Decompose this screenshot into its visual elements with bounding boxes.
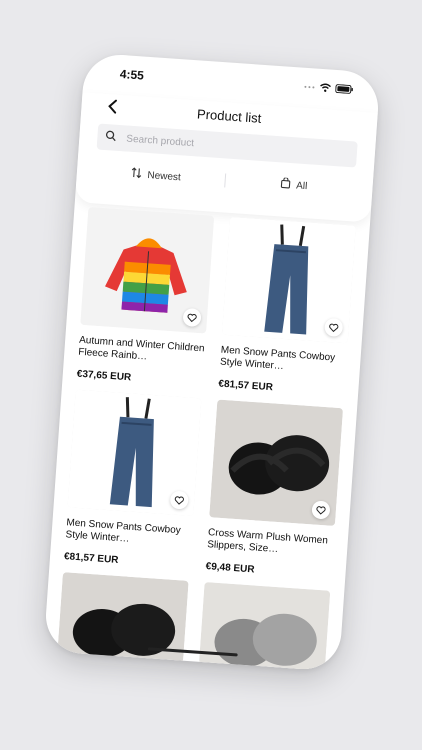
product-name: Autumn and Winter Children Fleece Rainb… [77, 334, 205, 363]
product-image-rainbow-jacket [80, 207, 215, 334]
product-price: €81,57 EUR [63, 551, 119, 566]
product-row [57, 572, 331, 672]
phone-frame: 4:55 Product list Search product Newest … [43, 52, 381, 672]
product-row: Autumn and Winter Children Fleece Rainb…… [76, 207, 356, 398]
product-card[interactable]: Autumn and Winter Children Fleece Rainb…… [76, 207, 215, 388]
wifi-icon [319, 83, 332, 93]
search-bar[interactable] [96, 123, 358, 168]
product-price: €37,65 EUR [76, 368, 132, 384]
sort-arrows-icon [130, 167, 142, 182]
status-time: 4:55 [119, 66, 145, 83]
product-card[interactable]: Men Snow Pants Cowboy Style Winter… €81,… [218, 216, 356, 398]
product-image-grey-slippers [198, 582, 331, 672]
sort-label: Newest [147, 169, 182, 183]
battery-icon [335, 84, 354, 94]
category-filter-button[interactable]: All [225, 173, 363, 197]
filter-bar: Newest All [86, 159, 363, 202]
header: Product list Newest All [74, 92, 378, 223]
bag-icon [280, 177, 291, 192]
status-icons [303, 82, 354, 94]
product-image-denim-overalls [221, 216, 356, 344]
product-name: Men Snow Pants Cowboy Style Winter… [65, 517, 182, 545]
product-image-black-slippers [209, 399, 344, 526]
sort-button[interactable]: Newest [87, 164, 225, 188]
product-grid: Autumn and Winter Children Fleece Rainb…… [57, 207, 356, 672]
product-row: Men Snow Pants Cowboy Style Winter… €81,… [63, 389, 344, 581]
product-price: €81,57 EUR [218, 378, 274, 394]
product-name: Men Snow Pants Cowboy Style Winter… [219, 344, 336, 373]
product-card[interactable]: Cross Warm Plush Women Slippers, Size… €… [205, 399, 344, 580]
search-input[interactable] [123, 131, 329, 160]
product-card[interactable] [198, 582, 331, 672]
search-icon [97, 127, 117, 146]
signal-icon [303, 83, 315, 90]
category-filter-label: All [295, 179, 308, 192]
product-price: €9,48 EUR [205, 561, 255, 576]
product-image-denim-overalls [67, 389, 202, 517]
product-card[interactable]: Men Snow Pants Cowboy Style Winter… €81,… [63, 389, 202, 571]
product-name: Cross Warm Plush Women Slippers, Size… [206, 527, 329, 556]
